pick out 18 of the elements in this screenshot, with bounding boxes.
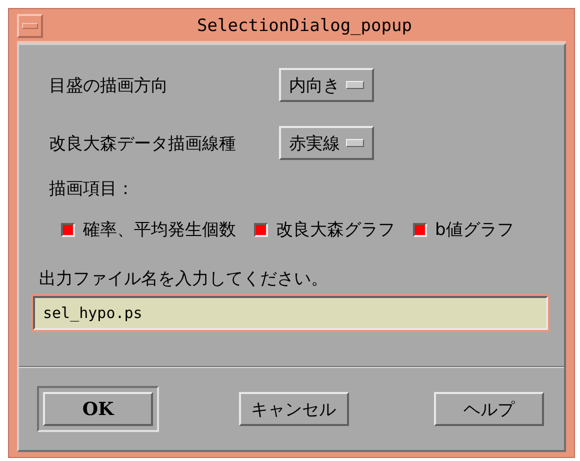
option-menu-button[interactable]: 赤実線 [279,126,374,160]
checkbox-label: 改良大森グラフ [276,219,395,241]
window-title: SelectionDialog_popup [196,16,413,36]
checkbox[interactable] [413,222,427,236]
option-menu-button[interactable]: 内向き [279,68,374,102]
filename-field[interactable]: sel_hypo.ps [31,294,550,332]
checkbox[interactable] [254,222,268,236]
section-label: 描画項目： [49,178,135,200]
checkbox[interactable] [61,222,75,236]
window-menu-button[interactable] [17,14,43,38]
dialog-button[interactable]: OK [43,392,153,426]
dialog-button[interactable]: キャンセル [238,392,348,426]
option-label: 目盛の描画方向 [49,74,169,96]
checkbox-label: 確率、平均発生個数 [83,219,236,241]
dialog-button[interactable]: ヘルプ [434,392,544,426]
field-prompt: 出力ファイル名を入力してください。 [39,268,329,290]
option-label: 改良大森データ描画線種 [49,132,237,154]
checkbox-label: b値グラフ [435,219,514,241]
